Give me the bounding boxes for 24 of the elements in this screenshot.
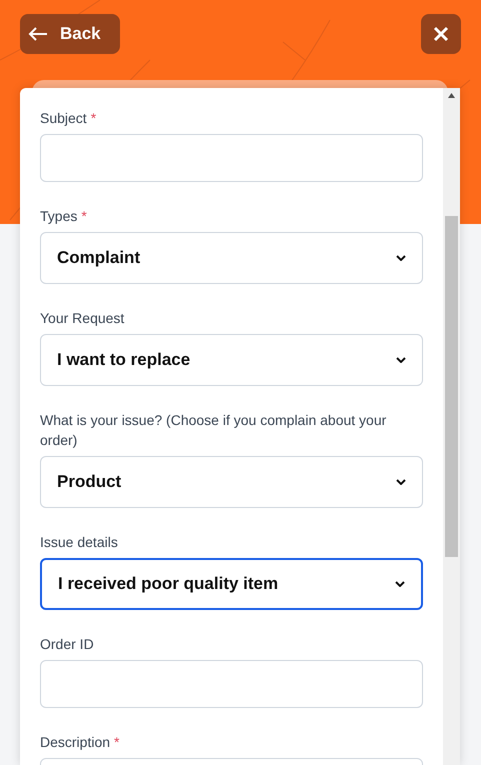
dropdown-field[interactable]: I want to replace (40, 334, 423, 386)
dropdown-field[interactable]: Complaint (40, 232, 423, 284)
chevron-down-icon (396, 255, 406, 261)
scroll-up-icon[interactable] (448, 93, 455, 98)
scrollbar[interactable] (443, 88, 460, 765)
field-label: What is your issue? (Choose if you complain about your order) (40, 411, 388, 450)
field-label: Subject * (40, 109, 98, 128)
dropdown-field[interactable]: I received poor quality item (40, 558, 423, 610)
chevron-down-icon (395, 581, 405, 587)
field-label: Issue details (40, 533, 119, 552)
back-button[interactable]: Back (20, 14, 120, 54)
back-arrow-icon (28, 26, 48, 42)
field-label: Order ID (40, 635, 95, 654)
close-button[interactable] (421, 14, 461, 54)
field-label: Types * (40, 207, 88, 226)
text-field[interactable] (40, 134, 423, 182)
field-label: Your Request (40, 309, 126, 328)
close-icon (433, 26, 449, 42)
field-label: Description * (40, 733, 120, 752)
chevron-down-icon (396, 479, 406, 485)
dropdown-field[interactable]: Product (40, 456, 423, 508)
scrollbar-thumb[interactable] (445, 216, 458, 557)
chevron-down-icon (396, 357, 406, 363)
text-field[interactable] (40, 660, 423, 708)
